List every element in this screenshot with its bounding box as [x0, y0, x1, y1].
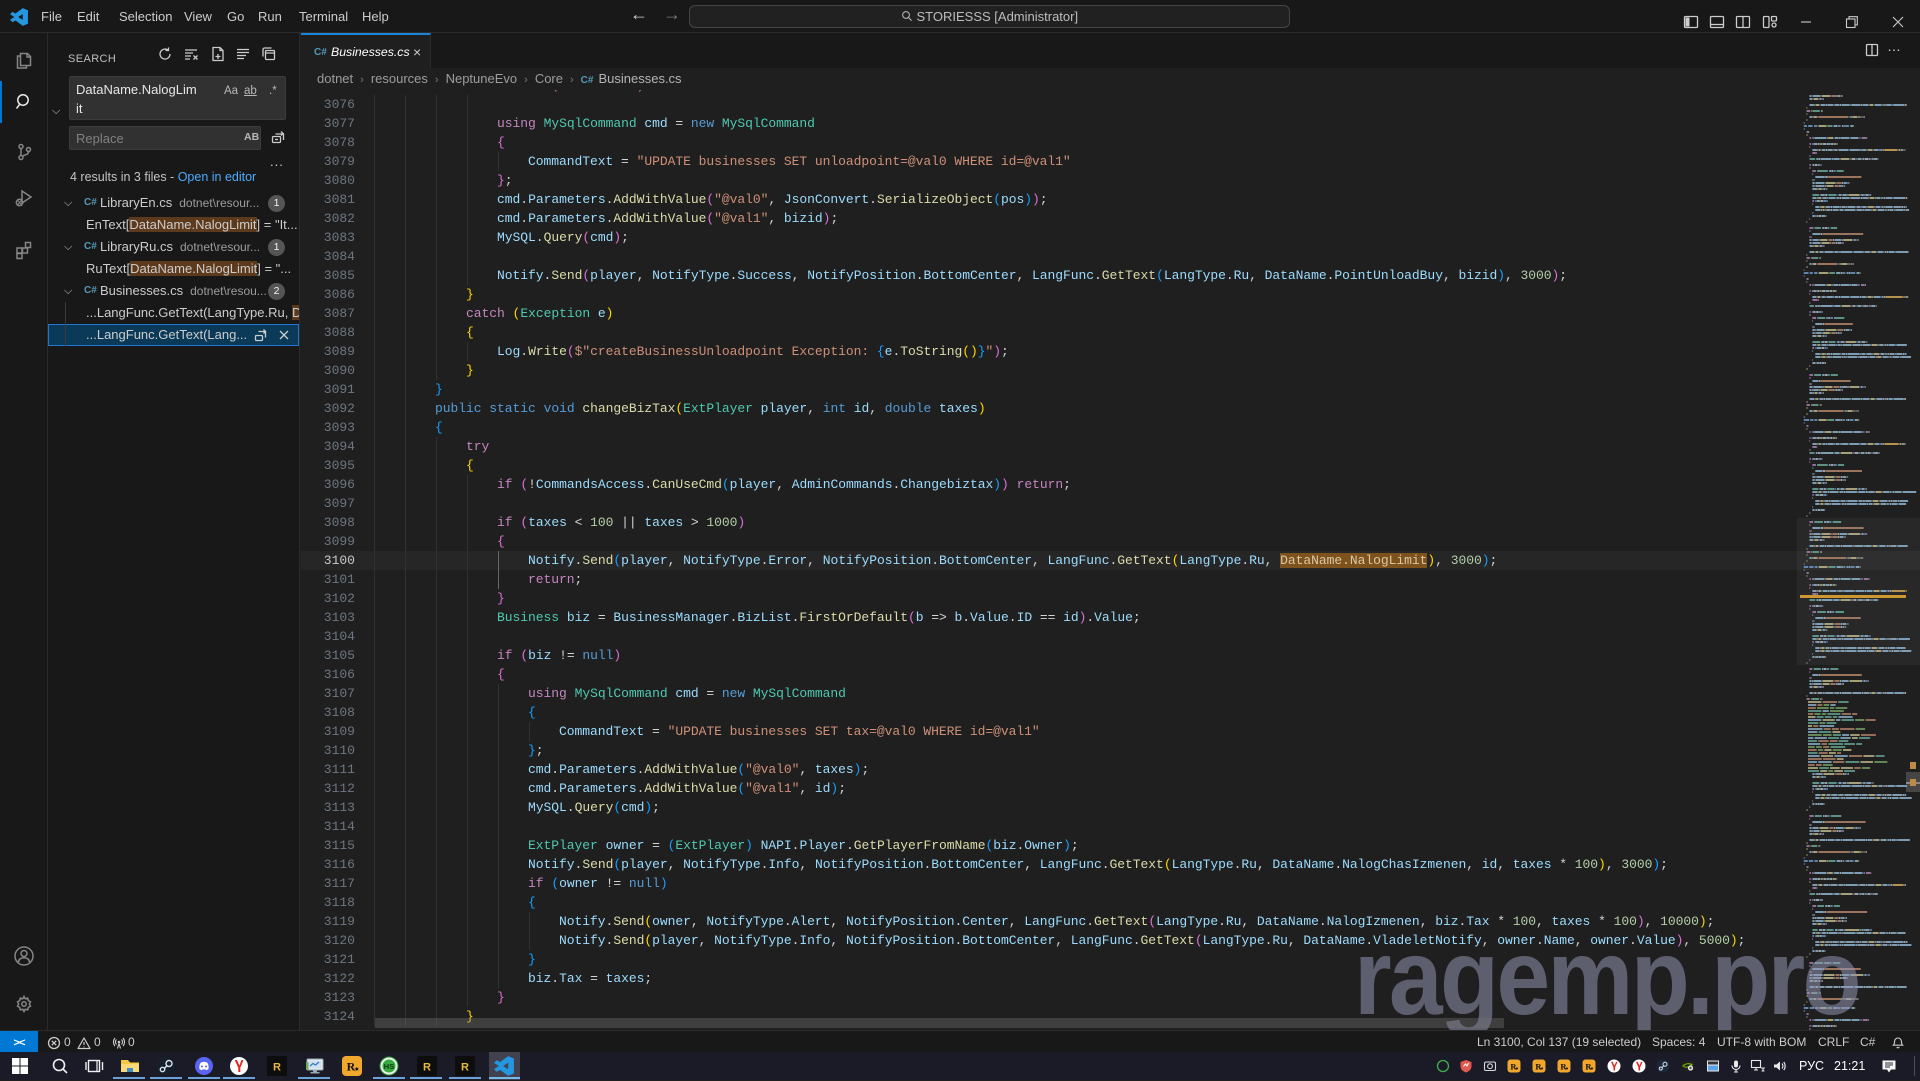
svg-text:R: R — [347, 1060, 356, 1074]
svg-text:R: R — [423, 1062, 431, 1074]
svg-text:R: R — [1535, 1061, 1542, 1071]
svg-text:R: R — [461, 1062, 469, 1074]
svg-text:R: R — [273, 1062, 281, 1074]
svg-text:R: R — [1560, 1061, 1567, 1071]
svg-text:R: R — [1510, 1061, 1517, 1071]
svg-text:R: R — [1585, 1061, 1592, 1071]
svg-text:HS: HS — [384, 1062, 394, 1071]
